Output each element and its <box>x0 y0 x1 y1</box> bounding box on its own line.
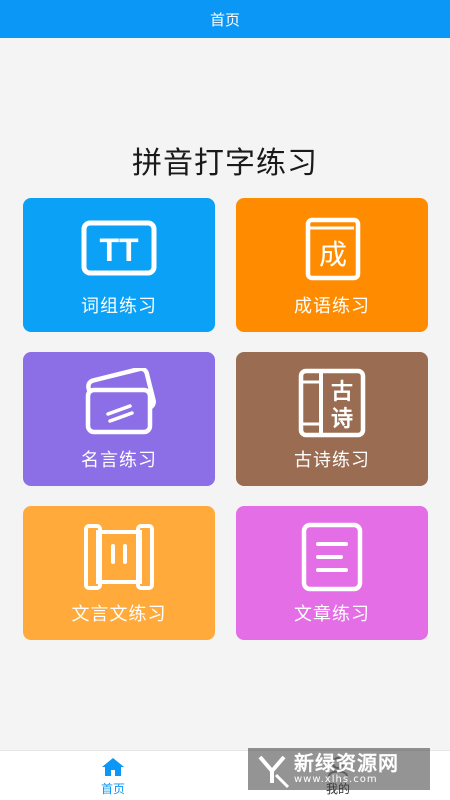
watermark-text: 新绿资源网 <box>294 751 399 775</box>
poem-glyph-2: 诗 <box>331 407 353 432</box>
card-label: 文言文练习 <box>71 604 167 625</box>
tab-home[interactable]: 首页 <box>53 751 173 800</box>
quote-cards-icon <box>78 368 160 438</box>
watermark-url: www.xlhs.com <box>294 774 378 785</box>
card-label: 成语练习 <box>294 296 370 317</box>
card-label: 古诗练习 <box>294 450 370 471</box>
card-poem-practice[interactable]: 古 诗 古诗练习 <box>236 352 428 486</box>
tt-glyph: TT <box>99 232 139 268</box>
watermark-logo-icon <box>258 755 290 789</box>
article-icon <box>291 522 373 592</box>
card-label: 文章练习 <box>294 604 370 625</box>
tab-home-label: 首页 <box>100 782 125 796</box>
watermark: 新绿资源网 www.xlhs.com <box>248 748 430 790</box>
card-classical-chinese-practice[interactable]: 文言文练习 <box>23 506 215 640</box>
card-article-practice[interactable]: 文章练习 <box>236 506 428 640</box>
top-header: 首页 <box>0 0 450 38</box>
idiom-glyph: 成 <box>319 238 347 271</box>
card-label: 词组练习 <box>81 296 157 317</box>
card-quote-practice[interactable]: 名言练习 <box>23 352 215 486</box>
card-label: 名言练习 <box>81 450 157 471</box>
idiom-book-icon: 成 <box>291 214 373 284</box>
card-phrase-practice[interactable]: TT 词组练习 <box>23 198 215 332</box>
scroll-icon <box>78 522 160 592</box>
poem-book-icon: 古 诗 <box>291 368 373 438</box>
header-title: 首页 <box>209 10 240 29</box>
text-tt-icon: TT <box>78 214 160 284</box>
poem-glyph-1: 古 <box>331 379 353 405</box>
card-idiom-practice[interactable]: 成 成语练习 <box>236 198 428 332</box>
home-icon <box>101 757 125 777</box>
page-title: 拼音打字练习 <box>132 146 318 181</box>
